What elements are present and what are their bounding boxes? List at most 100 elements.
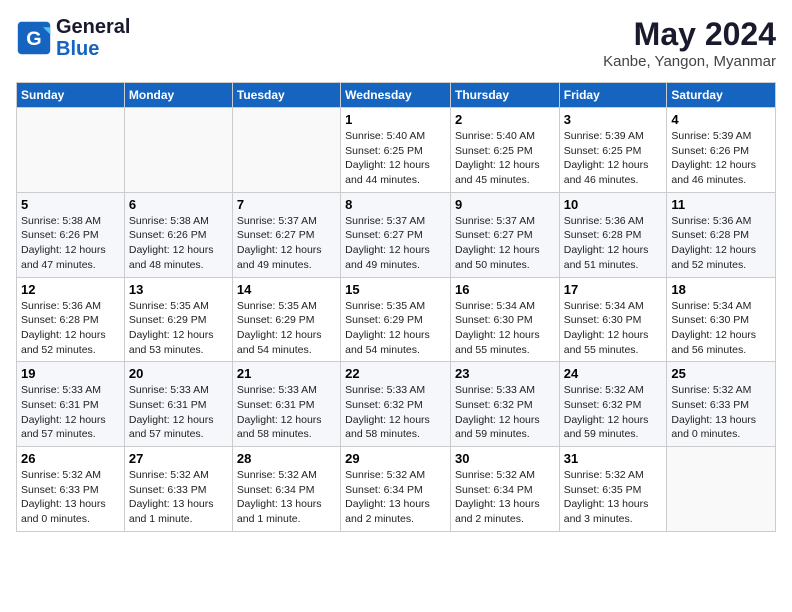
- day-info: Sunrise: 5:33 AM Sunset: 6:31 PM Dayligh…: [129, 383, 228, 442]
- day-info: Sunrise: 5:39 AM Sunset: 6:25 PM Dayligh…: [564, 129, 663, 188]
- day-number: 17: [564, 282, 663, 297]
- table-row: [17, 108, 125, 193]
- day-info: Sunrise: 5:32 AM Sunset: 6:34 PM Dayligh…: [345, 468, 446, 527]
- day-number: 24: [564, 366, 663, 381]
- table-row: 30 Sunrise: 5:32 AM Sunset: 6:34 PM Dayli…: [450, 447, 559, 532]
- day-number: 30: [455, 451, 555, 466]
- day-info: Sunrise: 5:37 AM Sunset: 6:27 PM Dayligh…: [345, 214, 446, 273]
- day-number: 4: [671, 112, 771, 127]
- day-number: 7: [237, 197, 336, 212]
- day-number: 26: [21, 451, 120, 466]
- table-row: 26 Sunrise: 5:32 AM Sunset: 6:33 PM Dayli…: [17, 447, 125, 532]
- table-row: 4 Sunrise: 5:39 AM Sunset: 6:26 PM Daylig…: [667, 108, 776, 193]
- day-info: Sunrise: 5:34 AM Sunset: 6:30 PM Dayligh…: [455, 299, 555, 358]
- day-info: Sunrise: 5:35 AM Sunset: 6:29 PM Dayligh…: [345, 299, 446, 358]
- table-row: 9 Sunrise: 5:37 AM Sunset: 6:27 PM Daylig…: [450, 192, 559, 277]
- svg-text:G: G: [26, 28, 41, 50]
- logo: G General Blue: [16, 16, 130, 60]
- day-info: Sunrise: 5:39 AM Sunset: 6:26 PM Dayligh…: [671, 129, 771, 188]
- table-row: 21 Sunrise: 5:33 AM Sunset: 6:31 PM Dayli…: [232, 362, 340, 447]
- day-info: Sunrise: 5:34 AM Sunset: 6:30 PM Dayligh…: [564, 299, 663, 358]
- header-wednesday: Wednesday: [341, 83, 451, 108]
- table-row: 11 Sunrise: 5:36 AM Sunset: 6:28 PM Dayli…: [667, 192, 776, 277]
- header-friday: Friday: [559, 83, 667, 108]
- table-row: 25 Sunrise: 5:32 AM Sunset: 6:33 PM Dayli…: [667, 362, 776, 447]
- day-number: 31: [564, 451, 663, 466]
- day-number: 21: [237, 366, 336, 381]
- day-info: Sunrise: 5:37 AM Sunset: 6:27 PM Dayligh…: [237, 214, 336, 273]
- day-info: Sunrise: 5:32 AM Sunset: 6:32 PM Dayligh…: [564, 383, 663, 442]
- day-number: 23: [455, 366, 555, 381]
- header-thursday: Thursday: [450, 83, 559, 108]
- header-monday: Monday: [124, 83, 232, 108]
- table-row: 5Sunrise: 5:38 AM Sunset: 6:26 PM Daylig…: [17, 192, 125, 277]
- table-row: 20 Sunrise: 5:33 AM Sunset: 6:31 PM Dayli…: [124, 362, 232, 447]
- table-row: 19Sunrise: 5:33 AM Sunset: 6:31 PM Dayli…: [17, 362, 125, 447]
- day-info: Sunrise: 5:32 AM Sunset: 6:33 PM Dayligh…: [21, 468, 120, 527]
- day-number: 25: [671, 366, 771, 381]
- table-row: [124, 108, 232, 193]
- day-info: Sunrise: 5:40 AM Sunset: 6:25 PM Dayligh…: [345, 129, 446, 188]
- table-row: 12 Sunrise: 5:36 AM Sunset: 6:28 PM Dayli…: [17, 277, 125, 362]
- day-info: Sunrise: 5:33 AM Sunset: 6:32 PM Dayligh…: [345, 383, 446, 442]
- table-row: 29Sunrise: 5:32 AM Sunset: 6:34 PM Dayli…: [341, 447, 451, 532]
- month-title: May 2024: [603, 16, 776, 53]
- table-row: [232, 108, 340, 193]
- day-info: Sunrise: 5:32 AM Sunset: 6:35 PM Dayligh…: [564, 468, 663, 527]
- day-info: Sunrise: 5:33 AM Sunset: 6:31 PM Dayligh…: [237, 383, 336, 442]
- day-number: 20: [129, 366, 228, 381]
- day-info: Sunrise: 5:36 AM Sunset: 6:28 PM Dayligh…: [671, 214, 771, 273]
- header-saturday: Saturday: [667, 83, 776, 108]
- table-row: 18Sunrise: 5:34 AM Sunset: 6:30 PM Dayli…: [667, 277, 776, 362]
- table-row: 27Sunrise: 5:32 AM Sunset: 6:33 PM Dayli…: [124, 447, 232, 532]
- day-info: Sunrise: 5:36 AM Sunset: 6:28 PM Dayligh…: [564, 214, 663, 273]
- day-number: 12: [21, 282, 120, 297]
- day-info: Sunrise: 5:35 AM Sunset: 6:29 PM Dayligh…: [129, 299, 228, 358]
- table-row: 13 Sunrise: 5:35 AM Sunset: 6:29 PM Dayli…: [124, 277, 232, 362]
- day-info: Sunrise: 5:32 AM Sunset: 6:33 PM Dayligh…: [671, 383, 771, 442]
- day-number: 9: [455, 197, 555, 212]
- calendar-body: 1Sunrise: 5:40 AM Sunset: 6:25 PM Daylig…: [17, 108, 776, 532]
- header-sunday: Sunday: [17, 83, 125, 108]
- day-number: 19: [21, 366, 120, 381]
- day-number: 15: [345, 282, 446, 297]
- day-number: 13: [129, 282, 228, 297]
- day-number: 5: [21, 197, 120, 212]
- day-info: Sunrise: 5:36 AM Sunset: 6:28 PM Dayligh…: [21, 299, 120, 358]
- header-tuesday: Tuesday: [232, 83, 340, 108]
- day-info: Sunrise: 5:40 AM Sunset: 6:25 PM Dayligh…: [455, 129, 555, 188]
- table-row: 10 Sunrise: 5:36 AM Sunset: 6:28 PM Dayli…: [559, 192, 667, 277]
- day-info: Sunrise: 5:37 AM Sunset: 6:27 PM Dayligh…: [455, 214, 555, 273]
- day-number: 11: [671, 197, 771, 212]
- table-row: 7 Sunrise: 5:37 AM Sunset: 6:27 PM Daylig…: [232, 192, 340, 277]
- day-info: Sunrise: 5:32 AM Sunset: 6:34 PM Dayligh…: [237, 468, 336, 527]
- day-info: Sunrise: 5:34 AM Sunset: 6:30 PM Dayligh…: [671, 299, 771, 358]
- logo-text-line1: General: [56, 16, 130, 38]
- table-row: 1Sunrise: 5:40 AM Sunset: 6:25 PM Daylig…: [341, 108, 451, 193]
- day-number: 3: [564, 112, 663, 127]
- table-row: 6Sunrise: 5:38 AM Sunset: 6:26 PM Daylig…: [124, 192, 232, 277]
- table-row: 28 Sunrise: 5:32 AM Sunset: 6:34 PM Dayli…: [232, 447, 340, 532]
- table-row: 31 Sunrise: 5:32 AM Sunset: 6:35 PM Dayli…: [559, 447, 667, 532]
- logo-text-line2: Blue: [56, 38, 130, 60]
- day-info: Sunrise: 5:32 AM Sunset: 6:34 PM Dayligh…: [455, 468, 555, 527]
- page-header: G General Blue May 2024 Kanbe, Yangon, M…: [16, 16, 776, 70]
- location: Kanbe, Yangon, Myanmar: [603, 53, 776, 70]
- day-info: Sunrise: 5:33 AM Sunset: 6:32 PM Dayligh…: [455, 383, 555, 442]
- day-number: 8: [345, 197, 446, 212]
- day-number: 22: [345, 366, 446, 381]
- table-row: 3 Sunrise: 5:39 AM Sunset: 6:25 PM Daylig…: [559, 108, 667, 193]
- day-number: 2: [455, 112, 555, 127]
- day-number: 14: [237, 282, 336, 297]
- table-row: 16 Sunrise: 5:34 AM Sunset: 6:30 PM Dayli…: [450, 277, 559, 362]
- day-info: Sunrise: 5:35 AM Sunset: 6:29 PM Dayligh…: [237, 299, 336, 358]
- logo-icon: G: [16, 20, 52, 56]
- day-number: 6: [129, 197, 228, 212]
- table-row: 14 Sunrise: 5:35 AM Sunset: 6:29 PM Dayli…: [232, 277, 340, 362]
- day-number: 10: [564, 197, 663, 212]
- day-number: 16: [455, 282, 555, 297]
- day-number: 27: [129, 451, 228, 466]
- day-number: 28: [237, 451, 336, 466]
- table-row: 23 Sunrise: 5:33 AM Sunset: 6:32 PM Dayli…: [450, 362, 559, 447]
- calendar-table: Sunday Monday Tuesday Wednesday Thursday…: [16, 82, 776, 532]
